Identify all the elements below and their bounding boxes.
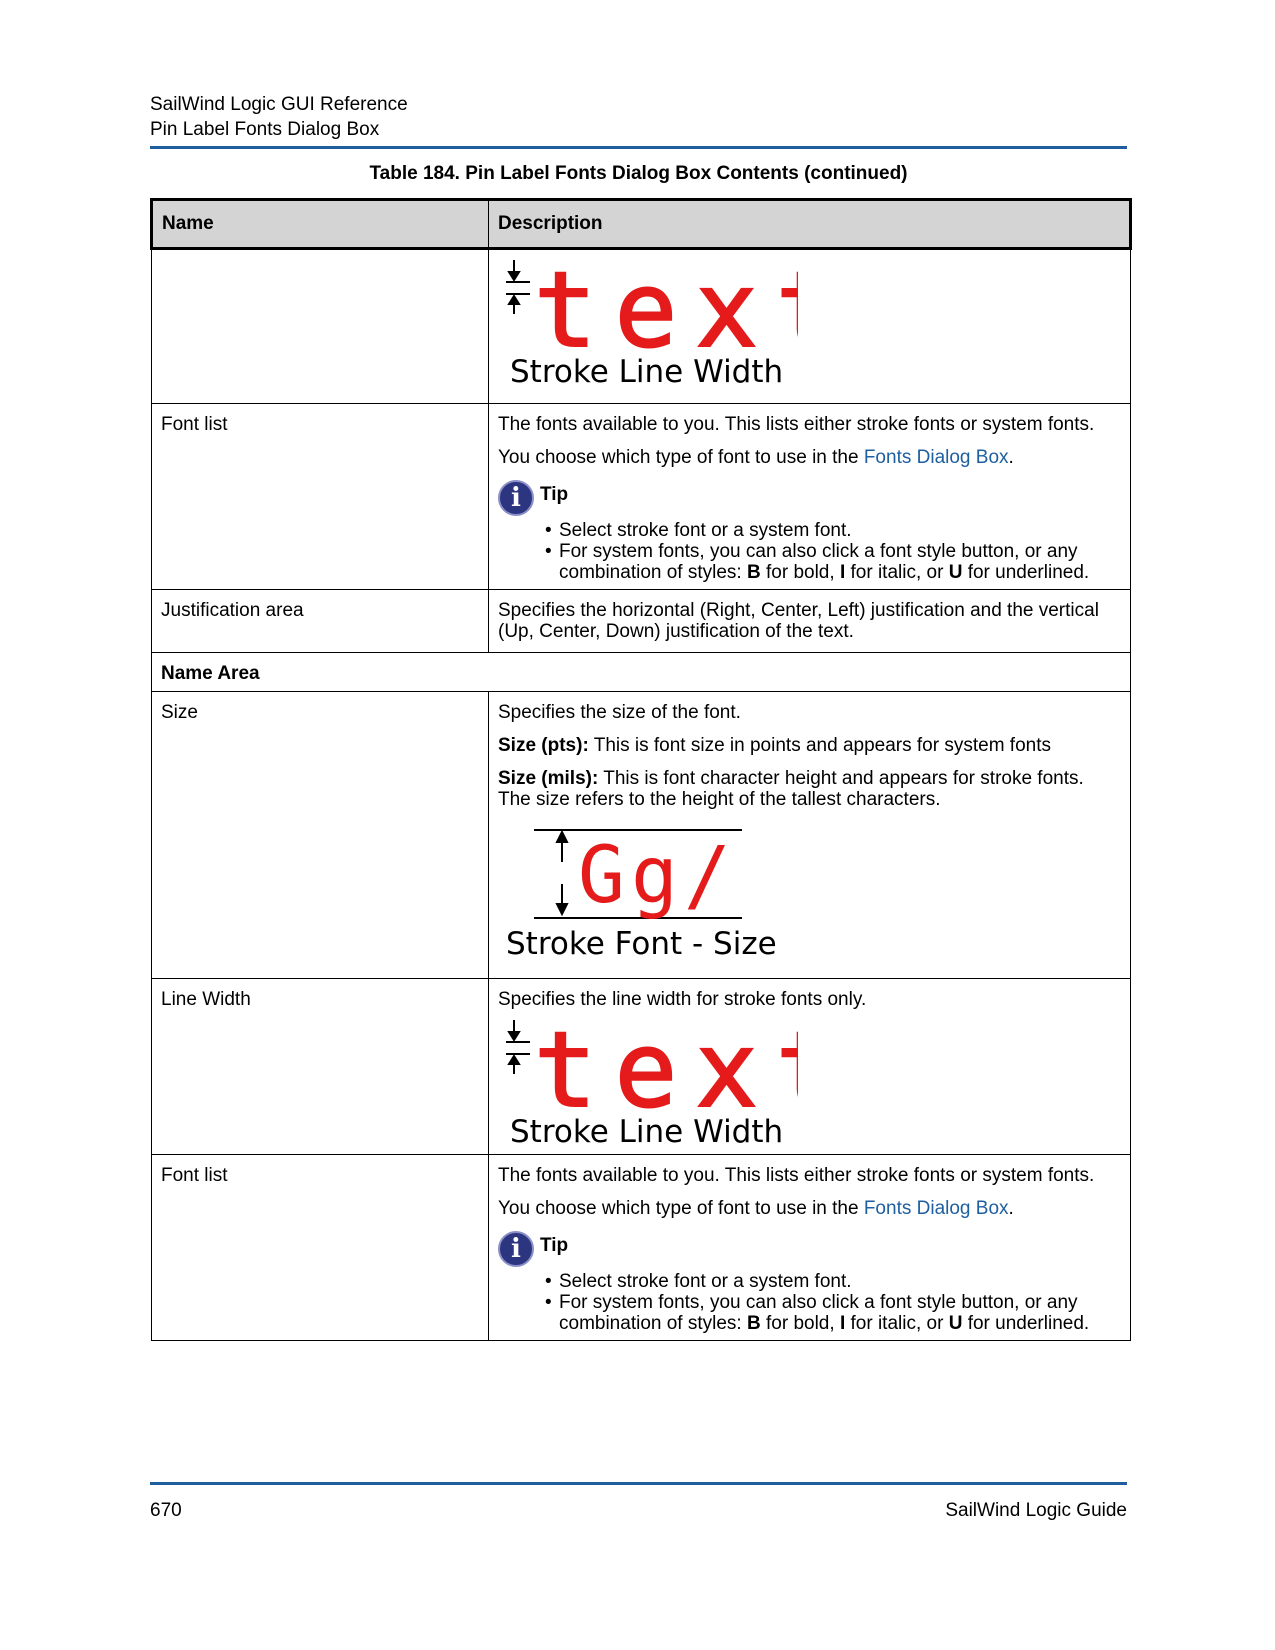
name-cell bbox=[151, 248, 489, 404]
tip-list: Select stroke font or a system font. For… bbox=[545, 520, 1121, 583]
text-span: for italic, or bbox=[845, 562, 949, 583]
info-icon: i bbox=[498, 1231, 534, 1267]
stroke-line-width-figure: text Stroke Line Width bbox=[506, 258, 798, 388]
footer-guide-title: SailWind Logic Guide bbox=[945, 1500, 1127, 1521]
table-row: text Stroke Line Width bbox=[151, 248, 1131, 404]
description-cell: The fonts available to you. This lists e… bbox=[488, 1154, 1131, 1341]
name-cell: Line Width bbox=[151, 978, 489, 1155]
bold-key: B bbox=[746, 562, 761, 583]
table-row: Font list The fonts available to you. Th… bbox=[151, 1154, 1131, 1341]
name-cell: Font list bbox=[151, 403, 489, 590]
text-span: This is font size in points and appears … bbox=[588, 735, 1051, 756]
list-item: Select stroke font or a system font. bbox=[545, 520, 1121, 541]
description-cell: Specifies the horizontal (Right, Center,… bbox=[488, 589, 1131, 653]
table-row: Font list The fonts available to you. Th… bbox=[151, 403, 1131, 590]
stroke-line-width-figure: text Stroke Line Width bbox=[506, 1018, 798, 1148]
stroke-line-width-caption: Stroke Line Width bbox=[510, 354, 783, 388]
list-item: For system fonts, you can also click a f… bbox=[545, 1292, 1121, 1334]
description-text: Specifies the line width for stroke font… bbox=[498, 989, 867, 1010]
text-span: . bbox=[1008, 1198, 1014, 1219]
description-text: The fonts available to you. This lists e… bbox=[498, 414, 1095, 435]
table-row: Size Specifies the size of the font. Siz… bbox=[151, 691, 1131, 979]
description-text: Size (mils): This is font character heig… bbox=[498, 768, 1121, 810]
text-span: for bold, bbox=[760, 1313, 840, 1334]
running-header: SailWind Logic GUI Reference Pin Label F… bbox=[150, 92, 408, 142]
tip-block: i Tip bbox=[498, 1231, 1121, 1267]
text-span: You choose which type of font to use in … bbox=[498, 1198, 864, 1219]
term-label: Size (mils): bbox=[498, 768, 599, 789]
stroke-line-width-caption: Stroke Line Width bbox=[510, 1114, 783, 1148]
section-row: Name Area bbox=[151, 652, 1131, 692]
description-text: You choose which type of font to use in … bbox=[498, 447, 1121, 468]
description-text: Specifies the horizontal (Right, Center,… bbox=[498, 600, 1099, 642]
name-cell: Size bbox=[151, 691, 489, 979]
stroke-font-size-caption: Stroke Font - Size bbox=[506, 926, 777, 962]
header-section-title: Pin Label Fonts Dialog Box bbox=[150, 119, 380, 140]
text-span: for bold, bbox=[760, 562, 840, 583]
tip-list: Select stroke font or a system font. For… bbox=[545, 1271, 1121, 1334]
table-header-row: Name Description bbox=[150, 198, 1132, 250]
description-cell: Specifies the size of the font. Size (pt… bbox=[488, 691, 1131, 979]
description-text: Size (pts): This is font size in points … bbox=[498, 735, 1121, 756]
header-divider bbox=[150, 146, 1127, 149]
name-cell: Justification area bbox=[151, 589, 489, 653]
list-item: For system fonts, you can also click a f… bbox=[545, 541, 1121, 583]
bold-key: B bbox=[746, 1313, 761, 1334]
description-text: Specifies the size of the font. bbox=[498, 702, 741, 723]
text-span: You choose which type of font to use in … bbox=[498, 447, 864, 468]
column-header-description: Description bbox=[488, 198, 1132, 250]
text-span: for underlined. bbox=[962, 562, 1090, 583]
fonts-dialog-box-link[interactable]: Fonts Dialog Box bbox=[864, 447, 1009, 468]
tip-label: Tip bbox=[540, 1234, 569, 1256]
table-row: Justification area Specifies the horizon… bbox=[151, 589, 1131, 653]
text-span: . bbox=[1008, 447, 1014, 468]
description-text: The fonts available to you. This lists e… bbox=[498, 1165, 1095, 1186]
stroke-font-size-figure: Gg/ Stroke Font - Size bbox=[506, 829, 777, 962]
description-cell: Specifies the line width for stroke font… bbox=[488, 978, 1131, 1155]
page-number: 670 bbox=[150, 1500, 182, 1521]
header-guide-title: SailWind Logic GUI Reference bbox=[150, 94, 408, 115]
column-header-name: Name bbox=[150, 198, 489, 250]
tip-label: Tip bbox=[540, 483, 569, 505]
contents-table: Name Description text Stroke L bbox=[150, 198, 1132, 1341]
name-cell: Font list bbox=[151, 1154, 489, 1341]
description-cell: The fonts available to you. This lists e… bbox=[488, 403, 1131, 590]
table-row: Line Width Specifies the line width for … bbox=[151, 978, 1131, 1155]
table-title: Table 184. Pin Label Fonts Dialog Box Co… bbox=[369, 163, 908, 184]
fonts-dialog-box-link[interactable]: Fonts Dialog Box bbox=[864, 1198, 1009, 1219]
underline-key: U bbox=[948, 562, 963, 583]
stroke-size-sample: Gg/ bbox=[578, 831, 737, 921]
description-text: You choose which type of font to use in … bbox=[498, 1198, 1121, 1219]
section-heading: Name Area bbox=[151, 652, 1131, 692]
footer-divider bbox=[150, 1482, 1127, 1485]
list-item: Select stroke font or a system font. bbox=[545, 1271, 1121, 1292]
description-cell: text Stroke Line Width bbox=[488, 248, 1131, 404]
info-icon: i bbox=[498, 480, 534, 516]
underline-key: U bbox=[948, 1313, 963, 1334]
text-span: for underlined. bbox=[962, 1313, 1090, 1334]
term-label: Size (pts): bbox=[498, 735, 589, 756]
tip-block: i Tip bbox=[498, 480, 1121, 516]
text-span: for italic, or bbox=[845, 1313, 949, 1334]
